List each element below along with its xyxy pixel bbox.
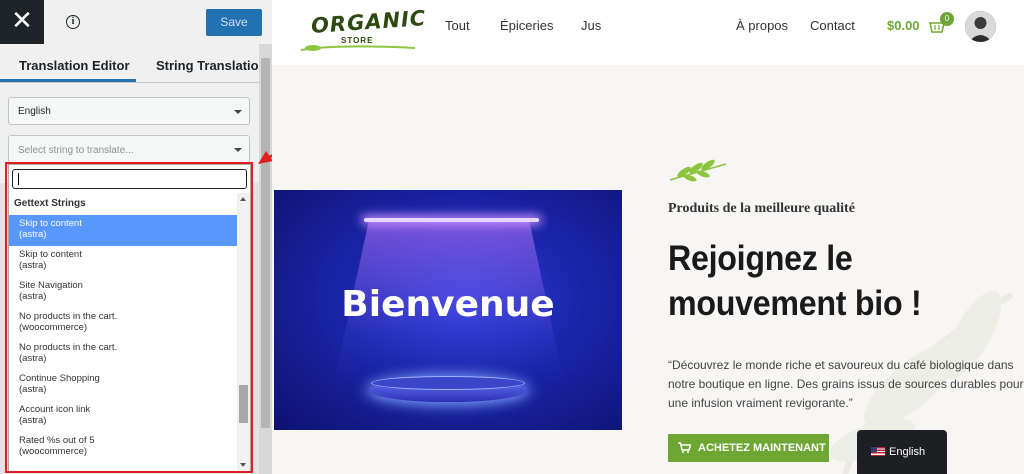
logo-text: ORGANIC [310,6,428,38]
language-select[interactable]: English [8,97,250,125]
hero-headline-line1: Rejoignez le [668,239,853,278]
cart-count-badge: 0 [940,12,954,26]
language-select-value: English [18,106,51,117]
tab-string-translation[interactable]: String Translation [156,58,267,73]
hero-eyebrow: Produits de la meilleure qualité [668,201,855,216]
user-avatar-icon [965,11,996,42]
us-flag-icon [871,447,885,456]
tab-translation-editor[interactable]: Translation Editor [19,58,130,73]
close-icon: ✕ [11,6,33,36]
leaf-icon [300,45,416,51]
save-button[interactable]: Save [206,9,262,36]
hero-headline: Rejoignez le mouvement bio ! [668,236,981,326]
sprig-icon [669,159,727,182]
nav-contact[interactable]: Contact [810,18,855,33]
page: ✕ i Save Translation Editor String Trans… [0,0,1024,474]
chevron-down-icon [234,110,242,114]
info-icon[interactable]: i [66,15,80,29]
shop-now-label: ACHETEZ MAINTENANT [698,442,826,454]
chevron-down-icon [234,148,242,152]
welcome-banner-image: Bienvenue [274,190,622,430]
nav-tout[interactable]: Tout [445,18,470,33]
banner-light-bar [364,218,539,222]
shop-now-button[interactable]: ACHETEZ MAINTENANT [668,434,829,462]
site-preview: ORGANIC STORE Tout Épiceries Jus À propo… [272,0,1024,474]
nav-epiceries[interactable]: Épiceries [500,18,553,33]
close-button[interactable]: ✕ [0,0,44,44]
panel-tabs: Translation Editor String Translation [0,44,272,82]
cart-total[interactable]: $0.00 [887,18,920,33]
nav-a-propos[interactable]: À propos [736,18,788,33]
cart-icon [678,442,691,453]
language-switcher[interactable]: English [857,430,947,474]
string-select[interactable]: Select string to translate... [8,135,250,163]
panel-scrollbar-thumb[interactable] [261,58,270,428]
avatar[interactable] [965,11,996,42]
hero-description: “Découvrez le monde riche et savoureux d… [668,358,1024,410]
tabs-divider [0,82,272,83]
hero-headline-line2: mouvement bio ! [668,284,922,323]
string-select-placeholder: Select string to translate... [18,145,134,156]
banner-podium-top [371,376,525,390]
nav-jus[interactable]: Jus [581,18,601,33]
site-logo[interactable]: ORGANIC STORE [299,6,427,56]
highlight-box [5,162,253,473]
banner-title: Bienvenue [341,284,555,325]
site-header: ORGANIC STORE Tout Épiceries Jus À propo… [272,0,1024,65]
language-switcher-label: English [889,446,926,458]
